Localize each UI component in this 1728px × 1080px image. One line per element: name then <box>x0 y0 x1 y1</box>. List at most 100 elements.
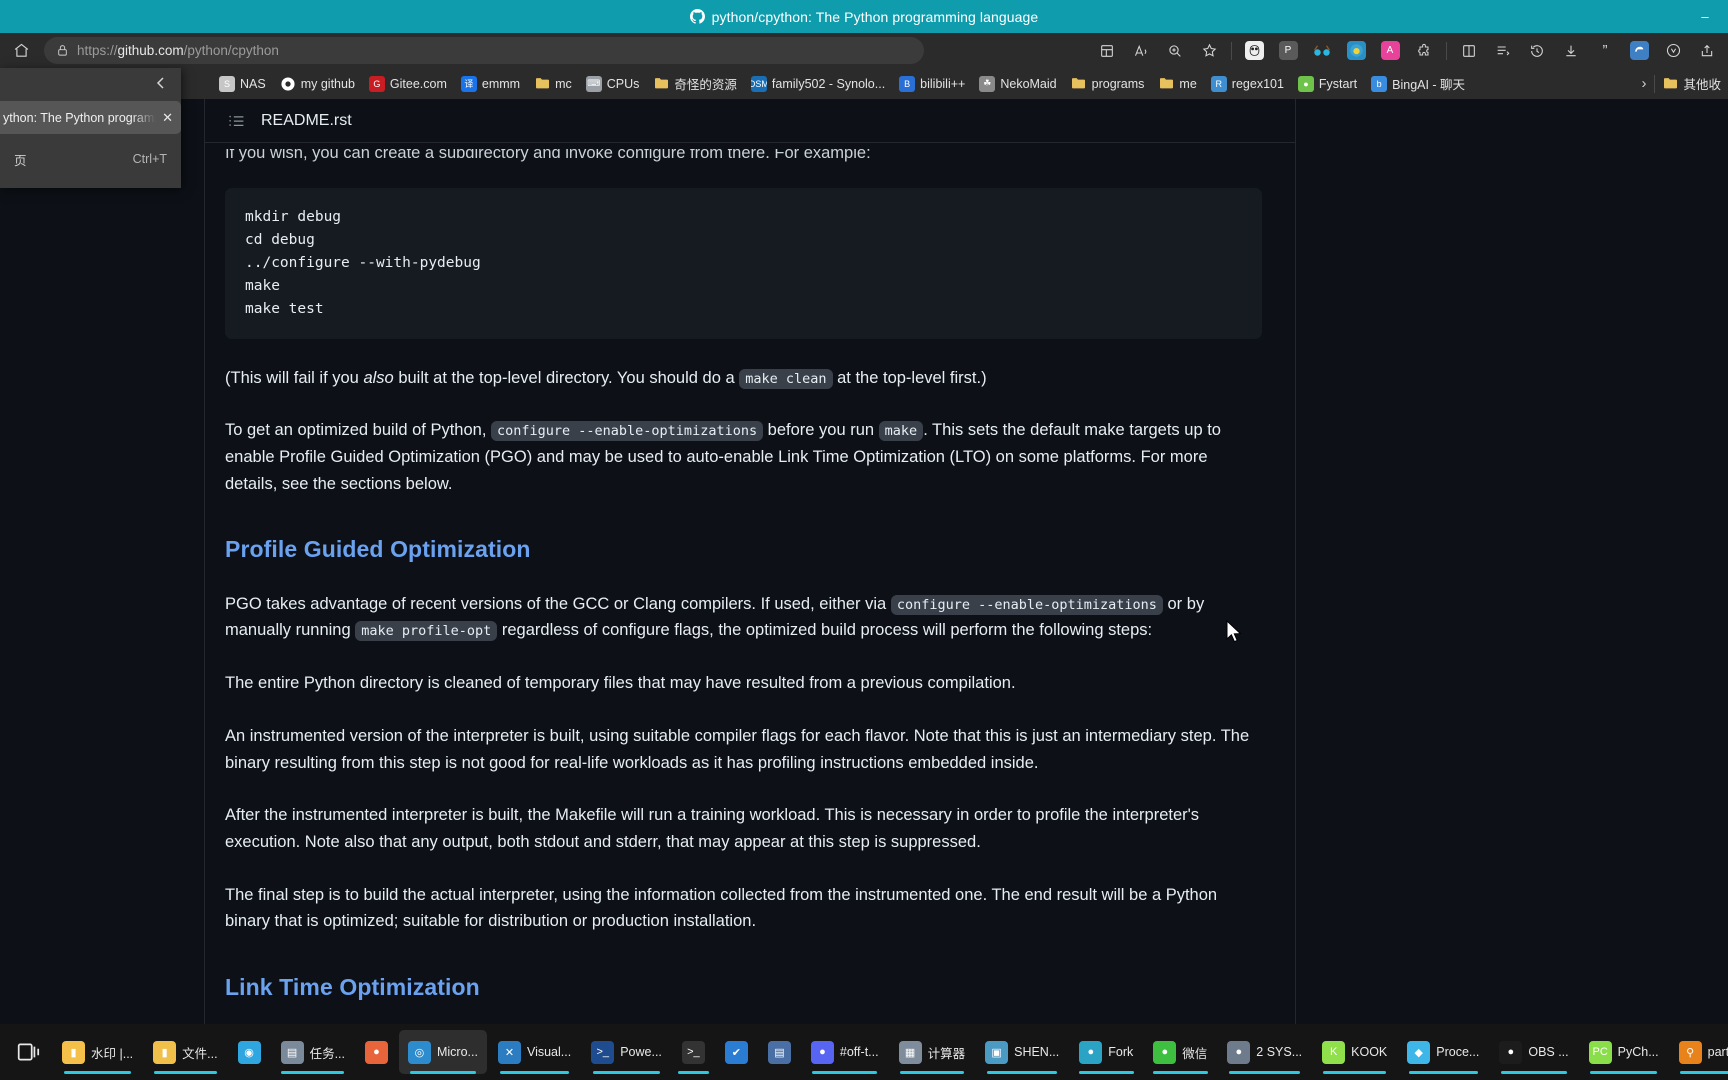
paragraph-instrumented-step: An instrumented version of the interpret… <box>225 726 1250 772</box>
taskbar-item-label: 文件... <box>182 1046 218 1061</box>
bookmark-label: my github <box>300 76 355 91</box>
bookmark-label: family502 - Synolo... <box>771 76 886 91</box>
bookmark-label: NekoMaid <box>1000 76 1057 91</box>
extension-browser-icon[interactable] <box>1339 36 1373 66</box>
extension-pink-icon[interactable]: A <box>1373 36 1407 66</box>
regex-icon: R <box>1210 75 1227 92</box>
taskbar-item-firefox-icon[interactable]: ● <box>356 1030 397 1074</box>
new-tab-row[interactable]: 页 Ctrl+T <box>0 144 181 174</box>
edge-icon[interactable] <box>1622 36 1656 66</box>
taskbar-item-obs[interactable]: ● OBS ... <box>1490 1030 1577 1074</box>
bookmark-gitee-com[interactable]: G Gitee.com <box>362 73 454 95</box>
chevron-right-icon[interactable]: › <box>1633 75 1654 92</box>
extension-puzzle-icon[interactable] <box>1407 36 1441 66</box>
bookmark-fystart[interactable]: ● Fystart <box>1291 73 1364 95</box>
extension-dark-reader-icon[interactable] <box>1237 36 1271 66</box>
split-screen-icon[interactable] <box>1090 36 1124 66</box>
collections-icon[interactable] <box>1486 36 1520 66</box>
address-bar[interactable]: https://github.com/python/cpython <box>44 37 924 64</box>
readme-article: If you wish, you can create a subdirecto… <box>205 149 1295 1024</box>
taskbar-item-app-0[interactable]: ▮ 水印 |... <box>53 1030 142 1074</box>
taskbar-item-label: Visual... <box>526 1045 572 1059</box>
bookmark-bilibili[interactable]: Bbilibili++ <box>892 73 972 95</box>
taskbar-item-office-icon[interactable]: ▤ <box>759 1030 800 1074</box>
taskbar-item-2-sys[interactable]: ● 2 SYS... <box>1218 1030 1311 1074</box>
bookmark-bingai[interactable]: b BingAI - 聊天 <box>1364 71 1472 96</box>
taskbar-item-label: 微信 <box>1182 1046 1208 1061</box>
vscode-icon: ✕ <box>497 1040 521 1064</box>
bookmark-emmm[interactable]: 译 emmm <box>454 73 527 95</box>
bookmark-my-github[interactable]: my github <box>273 73 362 95</box>
read-aloud-icon[interactable] <box>1124 36 1158 66</box>
taskbar-item-terminal-icon[interactable]: >_ <box>673 1030 714 1074</box>
bookmark-nas[interactable]: S NAS <box>212 73 273 95</box>
task-view-icon <box>17 1043 40 1061</box>
github-icon <box>689 9 705 24</box>
bookmark-label: Fystart <box>1318 76 1358 91</box>
heading-profile-guided-optimization[interactable]: Profile Guided Optimization <box>225 531 1262 568</box>
list-unordered-icon[interactable] <box>228 112 245 129</box>
taskbar-running-indicator <box>987 1071 1058 1074</box>
taskbar-item-powe[interactable]: >_ Powe... <box>582 1030 671 1074</box>
extension-glasses-icon[interactable] <box>1305 36 1339 66</box>
taskbar-running-indicator <box>1152 1071 1208 1074</box>
bing-chat-icon[interactable] <box>1656 36 1690 66</box>
bookmark-[interactable]: 奇怪的资源 <box>646 71 744 96</box>
quote-icon[interactable]: ” <box>1588 36 1622 66</box>
taskbar-item-proce[interactable]: ◆ Proce... <box>1398 1030 1488 1074</box>
share-icon[interactable] <box>1690 36 1724 66</box>
taskbar-item-checkmark-icon[interactable]: ✔ <box>716 1030 757 1074</box>
bookmark-family502-synolo[interactable]: DSM family502 - Synolo... <box>744 73 892 95</box>
home-icon[interactable] <box>4 36 38 66</box>
split-pane-icon[interactable] <box>1452 36 1486 66</box>
browser-toolbar: https://github.com/python/cpython P A ” <box>0 33 1728 68</box>
bookmark-programs[interactable]: programs <box>1064 73 1152 95</box>
taskbar-running-indicator <box>154 1071 217 1074</box>
bookmark-label: mc <box>555 76 572 91</box>
taskbar-item-octopus-icon[interactable]: ◉ <box>229 1030 270 1074</box>
taskbar-item-app-3[interactable]: ▤ 任务... <box>272 1030 354 1074</box>
octopus-icon: ◉ <box>237 1040 261 1064</box>
bookmark-nekomaid[interactable]: ☘ NekoMaid <box>972 73 1063 95</box>
minimize-button[interactable]: – <box>1682 0 1728 33</box>
taskbar-item-off-t[interactable]: ● #off-t... <box>802 1030 888 1074</box>
bookmark-regex101[interactable]: Rregex101 <box>1204 73 1291 95</box>
bookmark-label: me <box>1179 76 1197 91</box>
taskbar-item-kook[interactable]: K KOOK <box>1313 1030 1396 1074</box>
powershell-icon: >_ <box>591 1040 615 1064</box>
collapse-tabs-button[interactable] <box>0 68 181 98</box>
taskbar-item-visual[interactable]: ✕ Visual... <box>489 1030 580 1074</box>
firefox-icon: ● <box>364 1040 388 1064</box>
taskbar-item-micro[interactable]: ◎ Micro... <box>398 1030 487 1074</box>
taskbar-item-partli[interactable]: ⚲ partli... <box>1670 1030 1728 1074</box>
bookmark-label: 奇怪的资源 <box>674 78 737 92</box>
taskbar-running-indicator <box>592 1071 661 1074</box>
favorite-star-icon[interactable] <box>1192 36 1226 66</box>
bookmark-me[interactable]: me <box>1151 73 1203 95</box>
bookmark-folder-other[interactable]: 其他收 <box>1655 71 1728 96</box>
extension-pocket-icon[interactable]: P <box>1271 36 1305 66</box>
downloads-icon[interactable] <box>1554 36 1588 66</box>
history-icon[interactable] <box>1520 36 1554 66</box>
zoom-search-icon[interactable] <box>1158 36 1192 66</box>
browser-tab-cpython[interactable]: ython: The Python programmin ✕ <box>0 101 181 134</box>
taskbar-item-pych[interactable]: PC PyCh... <box>1580 1030 1668 1074</box>
taskbar-item-shen[interactable]: ▣ SHEN... <box>976 1030 1068 1074</box>
heading-link-time-optimization[interactable]: Link Time Optimization <box>225 969 1262 1006</box>
terminal-icon: >_ <box>681 1040 705 1064</box>
taskbar-item-label: OBS ... <box>1528 1045 1569 1059</box>
folder-explorer-icon: ▮ <box>62 1040 85 1064</box>
close-icon[interactable]: ✕ <box>156 110 173 126</box>
taskbar-item-app-12[interactable]: ▦ 计算器 <box>890 1030 975 1074</box>
taskbar-item-app-15[interactable]: ● 微信 <box>1144 1030 1216 1074</box>
taskbar-running-indicator <box>1078 1071 1134 1074</box>
taskbar-item-fork[interactable]: ● Fork <box>1070 1030 1142 1074</box>
bookmark-mc[interactable]: mc <box>527 73 579 95</box>
github-icon <box>280 76 296 92</box>
taskbar-item-app-1[interactable]: ▮ 文件... <box>144 1030 226 1074</box>
paragraph-training-step: After the instrumented interpreter is bu… <box>225 806 1200 851</box>
task-view-button[interactable] <box>7 1030 51 1074</box>
taskbar-item-label: partli... <box>1707 1045 1728 1059</box>
remote-desktop-icon: ▣ <box>985 1040 1009 1064</box>
bookmark-cpus[interactable]: ⌨ CPUs <box>579 73 647 95</box>
